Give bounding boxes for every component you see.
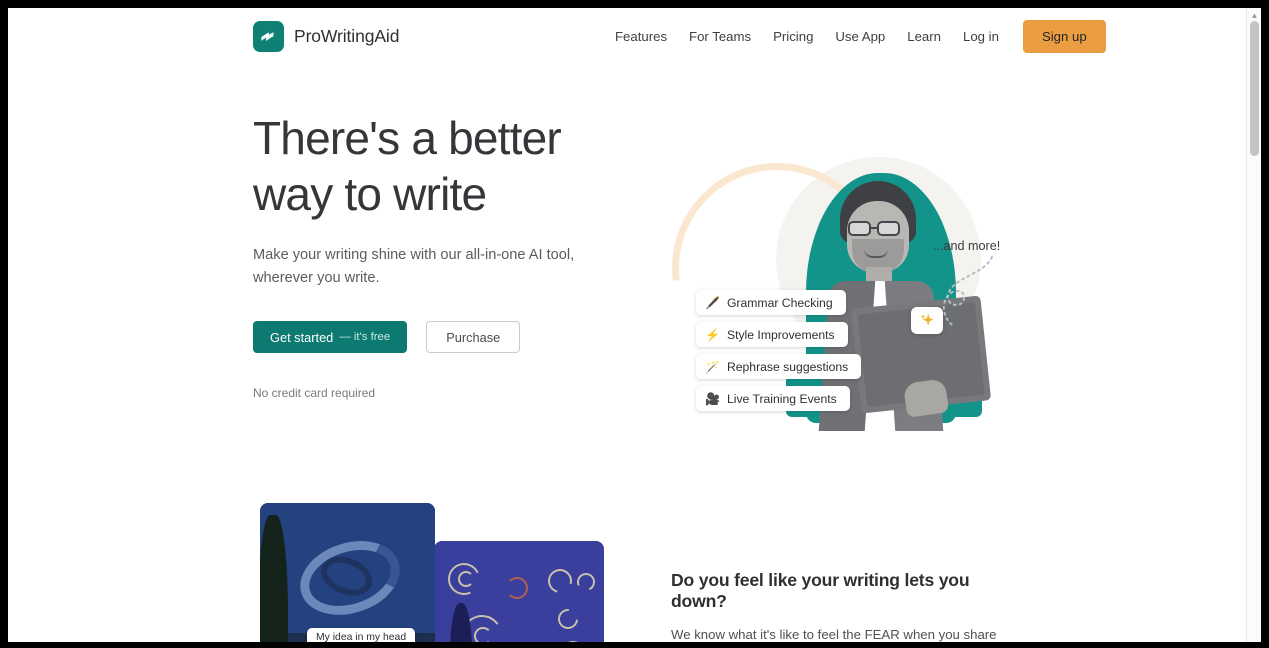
dotted-arrow-icon	[942, 256, 993, 326]
browser-frame: ProWritingAid Features For Teams Pricing…	[0, 0, 1269, 648]
glasses-icon	[848, 221, 908, 236]
page-content: ProWritingAid Features For Teams Pricing…	[8, 8, 1246, 642]
magic-wand-icon: 🪄	[705, 359, 720, 374]
collage-caption: My idea in my head	[307, 628, 416, 642]
nav-item-features[interactable]: Features	[604, 23, 678, 50]
no-credit-card-note: No credit card required	[253, 386, 376, 400]
sketch-cypress	[450, 603, 472, 642]
get-started-button[interactable]: Get started — it's free	[253, 321, 408, 353]
feature-label: Rephrase suggestions	[726, 359, 849, 374]
starry-night-artwork: My idea in my head	[260, 503, 435, 642]
artwork-collage: My idea in my head	[253, 503, 604, 642]
feature-label: Live Training Events	[726, 391, 837, 406]
feature-label: Grammar Checking	[726, 295, 833, 310]
and-more-label: ...and more!	[933, 239, 1001, 253]
pen-icon: 🖋️	[705, 295, 720, 310]
feature-card-rephrase-suggestions: 🪄 Rephrase suggestions	[696, 354, 862, 379]
lightning-icon: ⚡	[705, 327, 720, 342]
sketch-version-artwork	[434, 541, 604, 642]
nav-item-log-in[interactable]: Log in	[952, 23, 1010, 50]
hero-copy: There's a better way to write Make your …	[253, 110, 593, 400]
vertical-scrollbar[interactable]: ▲	[1246, 8, 1261, 642]
person-hand	[902, 378, 950, 418]
section2-body: We know what it's like to feel the FEAR …	[671, 627, 997, 642]
sketch-red-swirl	[506, 577, 528, 599]
hero-actions: Get started — it's free Purchase	[253, 321, 593, 353]
hero-section: There's a better way to write Make your …	[8, 65, 1246, 495]
scrollbar-thumb[interactable]	[1250, 21, 1259, 156]
open-book-icon	[253, 21, 284, 52]
nav-item-learn[interactable]: Learn	[896, 23, 952, 50]
site-header: ProWritingAid Features For Teams Pricing…	[8, 8, 1246, 65]
feature-card-style-improvements: ⚡ Style Improvements	[696, 322, 848, 347]
scroll-up-arrow-icon[interactable]: ▲	[1250, 11, 1259, 20]
feature-card-grammar-checking: 🖋️ Grammar Checking	[696, 290, 846, 315]
video-camera-icon: 🎥	[705, 391, 720, 406]
nav-item-use-app[interactable]: Use App	[824, 23, 896, 50]
section2-title: Do you feel like your writing lets you d…	[671, 570, 970, 611]
section2-copy: Do you feel like your writing lets you d…	[671, 570, 1016, 642]
nav-item-pricing[interactable]: Pricing	[762, 23, 824, 50]
writing-lets-you-down-section: My idea in my head Do you feel like your…	[8, 495, 1246, 642]
get-started-suffix: — it's free	[339, 331, 391, 343]
hero-subtitle: Make your writing shine with our all-in-…	[253, 247, 575, 286]
brand-logo-link[interactable]: ProWritingAid	[253, 21, 399, 52]
hero-illustration: ...and more! 🖋️ Grammar Checking ⚡ Style…	[629, 105, 1058, 455]
feature-label: Style Improvements	[726, 327, 835, 342]
feature-card-list: 🖋️ Grammar Checking ⚡ Style Improvements…	[696, 290, 862, 411]
hero-title: There's a better way to write	[253, 112, 562, 220]
brand-name: ProWritingAid	[294, 26, 400, 46]
get-started-label: Get started	[270, 329, 334, 345]
nav-item-for-teams[interactable]: For Teams	[678, 23, 762, 50]
feature-card-live-training-events: 🎥 Live Training Events	[696, 386, 850, 411]
sign-up-button[interactable]: Sign up	[1022, 20, 1106, 53]
page-viewport: ProWritingAid Features For Teams Pricing…	[8, 8, 1261, 642]
main-navigation: Features For Teams Pricing Use App Learn…	[604, 8, 1106, 65]
purchase-button[interactable]: Purchase	[426, 321, 521, 353]
